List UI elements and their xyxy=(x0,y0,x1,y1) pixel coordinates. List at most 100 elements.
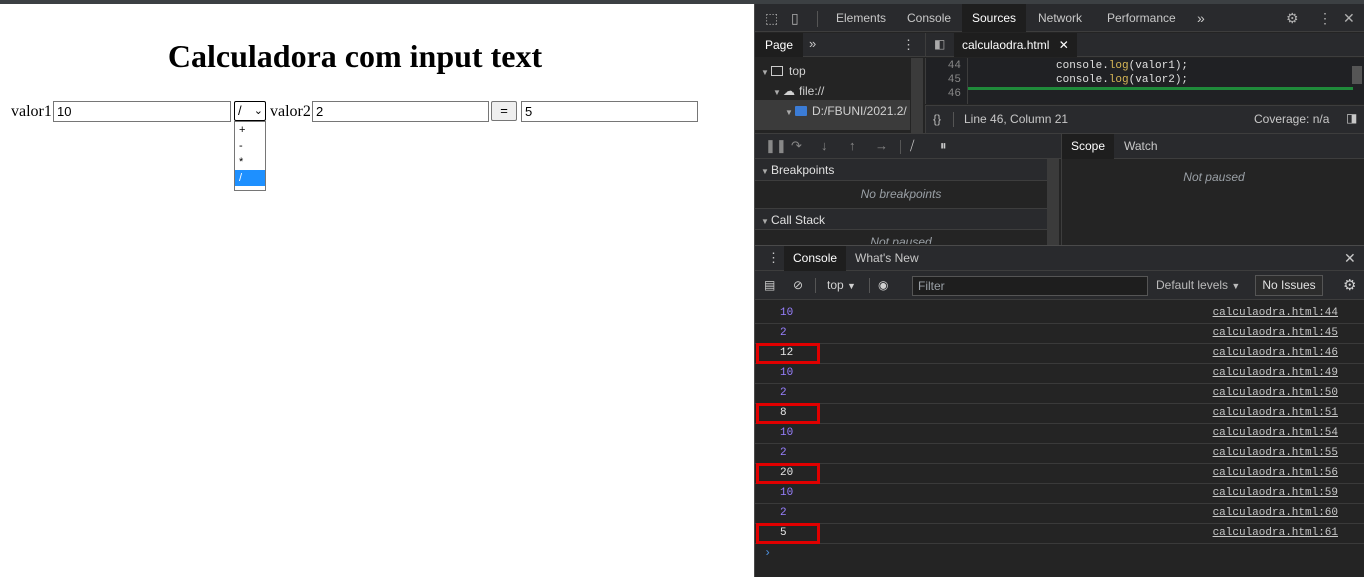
console-log-row: 20 calculaodra.html:56 xyxy=(755,463,1364,484)
console-log-value: 2 xyxy=(780,387,787,399)
expand-triangle-icon: ▼ xyxy=(761,217,769,226)
tree-item-top[interactable]: ▼ top xyxy=(761,61,806,81)
kebab-menu-icon[interactable]: ⋮ xyxy=(1318,10,1332,27)
issues-button[interactable]: No Issues xyxy=(1255,275,1323,296)
clear-console-icon[interactable]: ⊘ xyxy=(793,278,803,292)
drawer-tab-whats-new[interactable]: What's New xyxy=(846,246,928,271)
equals-button[interactable]: = xyxy=(491,101,517,121)
line-number: 44 xyxy=(947,60,961,72)
gear-icon[interactable]: ⚙ xyxy=(1343,276,1356,294)
tree-item-label: file:// xyxy=(799,84,825,98)
kebab-menu-icon[interactable]: ⋮ xyxy=(902,37,915,53)
console-source-link[interactable]: calculaodra.html:59 xyxy=(1213,487,1338,499)
tab-performance[interactable]: Performance xyxy=(1097,4,1186,32)
result-input[interactable] xyxy=(521,101,698,122)
step-into-icon[interactable]: ↓ xyxy=(821,138,828,153)
toggle-sidebar-icon[interactable]: ◨ xyxy=(1346,111,1357,125)
console-prompt[interactable]: › xyxy=(764,546,771,560)
step-out-icon[interactable]: ↑ xyxy=(849,138,856,153)
tab-network[interactable]: Network xyxy=(1028,4,1092,32)
editor-file-tab[interactable]: calculaodra.html ✕ xyxy=(954,33,1077,57)
debugger-scrollbar[interactable] xyxy=(1047,159,1059,245)
console-source-link[interactable]: calculaodra.html:50 xyxy=(1213,387,1338,399)
toggle-navigator-icon[interactable]: ◧ xyxy=(934,37,945,51)
devtools-tab-bar: ⬚ ▯ Elements Console Sources Network Per… xyxy=(755,4,1364,32)
tree-item-folder[interactable]: ▼ D:/FBUNI/2021.2/ xyxy=(785,101,907,121)
device-toolbar-icon[interactable]: ▯ xyxy=(791,10,799,27)
scope-not-paused: Not paused xyxy=(1183,170,1245,184)
code-line: console.log(valor2); xyxy=(1056,74,1189,86)
scope-pane: Not paused xyxy=(1061,159,1364,245)
more-tabs-button[interactable]: » xyxy=(1187,4,1215,32)
console-filter-input[interactable]: Filter xyxy=(912,276,1148,296)
console-source-link[interactable]: calculaodra.html:46 xyxy=(1213,347,1338,359)
close-icon[interactable]: ✕ xyxy=(1344,250,1356,267)
valor2-input[interactable] xyxy=(312,101,489,122)
operator-option-multiply[interactable]: * xyxy=(235,154,265,170)
console-source-link[interactable]: calculaodra.html:44 xyxy=(1213,307,1338,319)
console-source-link[interactable]: calculaodra.html:56 xyxy=(1213,467,1338,479)
deactivate-breakpoints-icon[interactable]: ⧸ xyxy=(910,138,914,154)
breakpoints-header[interactable]: ▼ Breakpoints xyxy=(755,159,1047,181)
editor-file-tab-label: calculaodra.html xyxy=(962,38,1050,52)
console-log-value: 10 xyxy=(780,367,794,379)
operator-option-divide[interactable]: / xyxy=(235,170,265,186)
step-over-icon[interactable]: ↷ xyxy=(791,138,802,154)
navigator-more-button[interactable]: » xyxy=(809,36,816,51)
operator-select[interactable]: / ⌄ xyxy=(234,101,266,121)
kebab-menu-icon[interactable]: ⋮ xyxy=(767,250,780,266)
console-toolbar: ▤ ⊘ top ▼ ◉ Filter Default levels ▼ No I… xyxy=(755,271,1364,300)
code-editor[interactable]: 44 45 46 console.log(valor1); console.lo… xyxy=(925,58,1364,104)
navigator-scrollbar[interactable] xyxy=(911,58,923,133)
close-icon[interactable]: ✕ xyxy=(1343,10,1355,27)
console-source-link[interactable]: calculaodra.html:55 xyxy=(1213,447,1338,459)
console-log-value: 10 xyxy=(780,427,794,439)
pause-on-exceptions-icon[interactable]: ⏸ xyxy=(940,138,947,154)
pause-icon[interactable]: ❚❚ xyxy=(765,138,787,154)
tab-page[interactable]: Page xyxy=(755,33,804,57)
call-stack-header[interactable]: ▼ Call Stack xyxy=(755,208,1047,230)
eye-icon[interactable]: ◉ xyxy=(878,278,888,292)
console-source-link[interactable]: calculaodra.html:51 xyxy=(1213,407,1338,419)
tab-sources[interactable]: Sources xyxy=(962,4,1027,32)
expand-triangle-icon: ▼ xyxy=(785,108,793,117)
divider xyxy=(817,11,818,27)
cursor-position: Line 46, Column 21 xyxy=(964,112,1069,126)
pretty-print-icon[interactable]: {} xyxy=(933,112,941,126)
tab-console[interactable]: Console xyxy=(897,4,961,32)
step-icon[interactable]: → xyxy=(875,138,888,153)
sidebar-toggle-icon[interactable]: ▤ xyxy=(764,278,775,292)
console-source-link[interactable]: calculaodra.html:54 xyxy=(1213,427,1338,439)
console-source-link[interactable]: calculaodra.html:45 xyxy=(1213,327,1338,339)
expand-triangle-icon: ▼ xyxy=(761,68,769,77)
console-source-link[interactable]: calculaodra.html:49 xyxy=(1213,367,1338,379)
code-line: console.log(valor1); xyxy=(1056,60,1189,72)
drawer-tab-console[interactable]: Console xyxy=(784,246,847,271)
current-line-marker xyxy=(968,87,1353,90)
cloud-icon: ☁ xyxy=(783,84,795,98)
console-log-row: 8 calculaodra.html:51 xyxy=(755,403,1364,424)
log-levels-dropdown[interactable]: Default levels ▼ xyxy=(1156,278,1240,292)
console-source-link[interactable]: calculaodra.html:61 xyxy=(1213,527,1338,539)
valor1-input[interactable] xyxy=(53,101,231,122)
editor-tab-bar: ◧ calculaodra.html ✕ xyxy=(925,33,1364,57)
console-log-value: 2 xyxy=(780,447,787,459)
tab-elements[interactable]: Elements xyxy=(826,4,896,32)
operator-option-plus[interactable]: + xyxy=(235,122,265,138)
console-log-row: 2 calculaodra.html:45 xyxy=(755,324,1364,344)
console-source-link[interactable]: calculaodra.html:60 xyxy=(1213,507,1338,519)
tab-scope[interactable]: Scope xyxy=(1062,134,1115,159)
expand-triangle-icon: ▼ xyxy=(761,167,769,176)
gear-icon[interactable]: ⚙ xyxy=(1286,10,1299,27)
window-icon xyxy=(771,66,783,76)
call-stack-title: Call Stack xyxy=(771,213,826,227)
editor-scrollbar[interactable] xyxy=(1352,66,1362,84)
drawer-tab-bar: ⋮ Console What's New ✕ xyxy=(755,245,1364,271)
tree-item-file[interactable]: ▼ ☁ file:// xyxy=(773,81,824,101)
context-selector[interactable]: top ▼ xyxy=(827,278,856,292)
tab-watch[interactable]: Watch xyxy=(1115,134,1167,159)
operator-option-minus[interactable]: - xyxy=(235,138,265,154)
close-icon[interactable]: ✕ xyxy=(1059,38,1069,52)
inspect-element-icon[interactable]: ⬚ xyxy=(765,10,778,27)
page-title: Calculadora com input text xyxy=(167,38,543,74)
